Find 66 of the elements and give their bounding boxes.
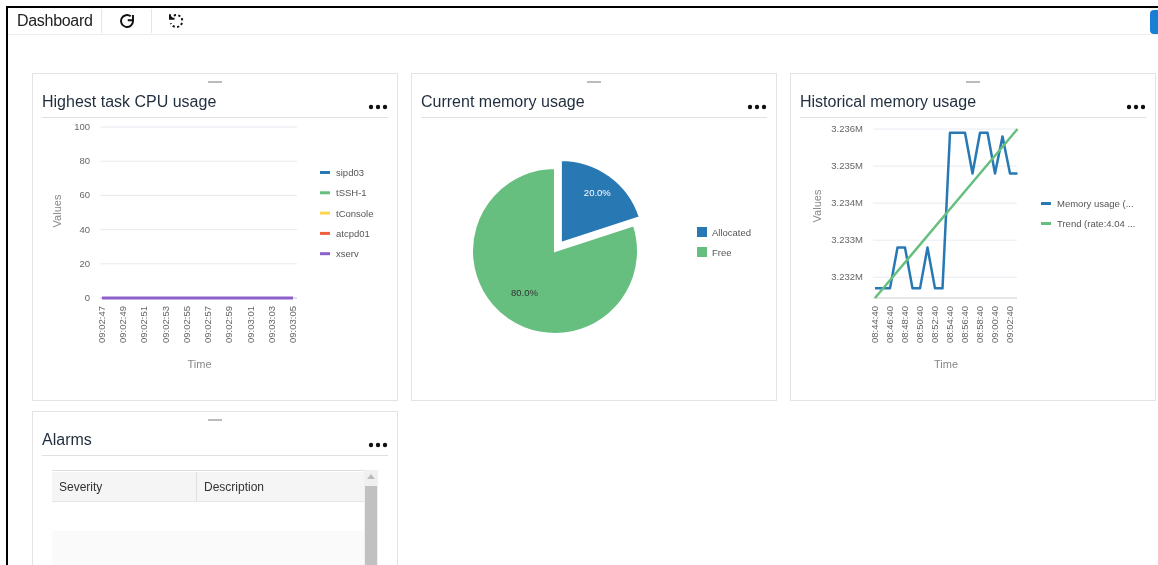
y-tick-label: 100 [74,121,90,132]
y-axis-title: Values [811,189,823,223]
slice-label: 80.0% [510,287,538,299]
drag-handle-icon[interactable] [208,419,222,421]
x-tick-label: 09:02:51 [138,306,150,343]
legend-label: Free [712,247,732,258]
x-tick-label: 08:50:40 [914,306,925,343]
x-tick-label: 08:52:40 [929,306,940,343]
legend-label: sipd03 [336,167,364,178]
x-tick-label: 08:54:40 [944,306,955,343]
y-tick-label: 0 [84,292,90,303]
x-tick-label: 09:03:03 [265,306,277,343]
y-tick-label: 3.234M [831,197,863,209]
legend-label: tSSH-1 [336,187,367,199]
x-tick-label: 08:46:40 [884,306,895,343]
widget-title: Alarms [42,431,92,449]
more-icon[interactable] [747,104,767,110]
x-tick-label: 08:56:40 [959,306,970,343]
page-title: Dashboard [17,9,102,33]
x-tick-label: 09:02:47 [96,306,107,343]
x-tick-label: 09:03:05 [287,306,298,343]
drag-handle-icon[interactable] [587,81,601,83]
x-tick-label: 09:02:49 [117,306,129,343]
y-tick-label: 3.233M [831,234,863,246]
y-tick-label: 60 [79,189,90,201]
drag-handle-icon[interactable] [208,81,222,83]
x-tick-label: 08:44:40 [869,306,880,343]
x-tick-label: 09:02:53 [159,306,171,343]
x-tick-label: 08:58:40 [974,306,985,343]
legend-label: xserv [336,248,359,260]
y-tick-label: 3.236M [831,123,863,134]
legend-label: tConsole [336,207,374,219]
column-header: Severity [52,472,197,501]
scroll-thumb[interactable] [365,486,377,565]
x-tick-label: 08:48:40 [899,306,910,343]
scroll-up-icon[interactable] [367,474,375,479]
more-icon[interactable] [368,104,388,110]
y-tick-label: 80 [79,155,90,167]
y-tick-label: 3.235M [831,160,863,172]
y-axis-title: Values [51,194,63,228]
legend-label: Allocated [712,227,752,238]
legend-label: Memory usage (... [1057,198,1134,209]
x-axis-title: Time [187,358,212,370]
x-tick-label: 09:02:40 [1004,306,1015,343]
y-tick-label: 40 [79,223,90,235]
x-tick-label: 09:00:40 [989,306,1000,343]
widget-title: Historical memory usage [800,93,977,111]
y-tick-label: 20 [79,257,90,269]
action-button[interactable] [1150,10,1158,34]
x-tick-label: 09:02:55 [180,306,192,343]
legend-label: Trend (rate:4.04 ... [1057,218,1136,229]
more-icon[interactable] [1126,104,1146,110]
x-tick-label: 09:03:01 [244,306,256,343]
slice-label: 20.0% [583,186,611,198]
more-icon[interactable] [368,442,388,448]
y-tick-label: 3.232M [831,271,863,283]
x-tick-label: 09:02:59 [223,306,235,343]
reset-icon[interactable] [166,12,185,30]
widget-title: Current memory usage [421,93,585,111]
refresh-icon[interactable] [117,12,136,30]
column-header: Description [203,478,266,496]
x-axis-title: Time [934,358,958,370]
widget-title: Highest task CPU usage [42,93,217,111]
x-tick-label: 09:02:57 [202,306,214,343]
legend-label: atcpd01 [336,227,370,239]
drag-handle-icon[interactable] [966,81,980,83]
